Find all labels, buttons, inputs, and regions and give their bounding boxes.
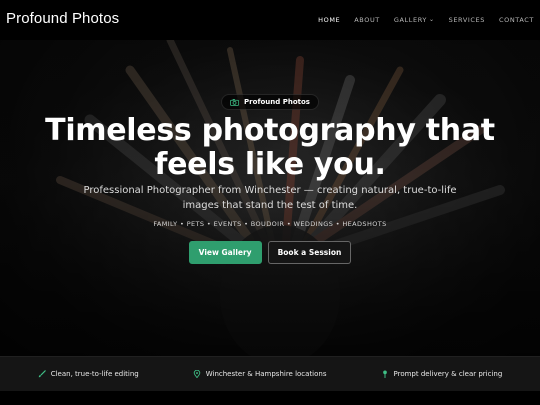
nav-home[interactable]: HOME	[318, 16, 340, 24]
pin-icon	[382, 370, 387, 378]
feature-label: Winchester & Hampshire locations	[205, 370, 327, 378]
feature-item: Clean, true-to-life editing	[38, 370, 139, 378]
nav-services[interactable]: SERVICES	[449, 16, 485, 24]
book-session-button[interactable]: Book a Session	[267, 241, 352, 264]
camera-icon	[230, 98, 240, 106]
main-nav: HOME ABOUT GALLERY ⌄ SERVICES CONTACT	[318, 16, 534, 24]
hero-subtitle: Professional Photographer from Wincheste…	[83, 185, 457, 211]
nav-about[interactable]: ABOUT	[354, 16, 380, 24]
nav-contact-label: CONTACT	[498, 16, 534, 24]
brush-icon	[38, 370, 46, 378]
feature-item: Prompt delivery & clear pricing	[381, 370, 503, 378]
hero-badge-label: Profound Photos	[244, 98, 310, 106]
page-bottom-strip	[0, 390, 540, 405]
nav-contact[interactable]: CONTACT	[499, 16, 534, 24]
page: Profound Photos HOME ABOUT GALLERY ⌄ SER…	[0, 0, 540, 405]
nav-home-label: HOME	[318, 16, 341, 24]
feature-item: Winchester & Hampshire locations	[193, 370, 327, 378]
chevron-down-icon: ⌄	[428, 16, 435, 23]
hero-cta-row: View Gallery Book a Session	[0, 241, 540, 264]
features-bar: Clean, true-to-life editing Winchester &…	[0, 356, 540, 391]
feature-label: Prompt delivery & clear pricing	[393, 370, 503, 378]
nav-gallery[interactable]: GALLERY ⌄	[394, 16, 435, 24]
nav-gallery-label: GALLERY	[393, 16, 427, 24]
hero-content: Profound Photos Timeless photography tha…	[0, 40, 540, 356]
brand-logo[interactable]: Profound Photos	[6, 10, 119, 27]
nav-about-label: ABOUT	[354, 16, 380, 24]
service-tags: FAMILY • PETS • EVENTS • BOUDOIR • WEDDI…	[153, 220, 387, 228]
hero-badge: Profound Photos	[221, 94, 319, 110]
feature-label: Clean, true-to-life editing	[50, 370, 139, 378]
view-gallery-button[interactable]: View Gallery	[188, 241, 262, 264]
hero-section: Profound Photos Timeless photography tha…	[0, 40, 540, 356]
hero-title: Timeless photography that feels like you…	[45, 113, 495, 182]
site-header: Profound Photos HOME ABOUT GALLERY ⌄ SER…	[0, 0, 540, 40]
map-pin-icon	[193, 370, 200, 378]
nav-services-label: SERVICES	[448, 16, 485, 24]
